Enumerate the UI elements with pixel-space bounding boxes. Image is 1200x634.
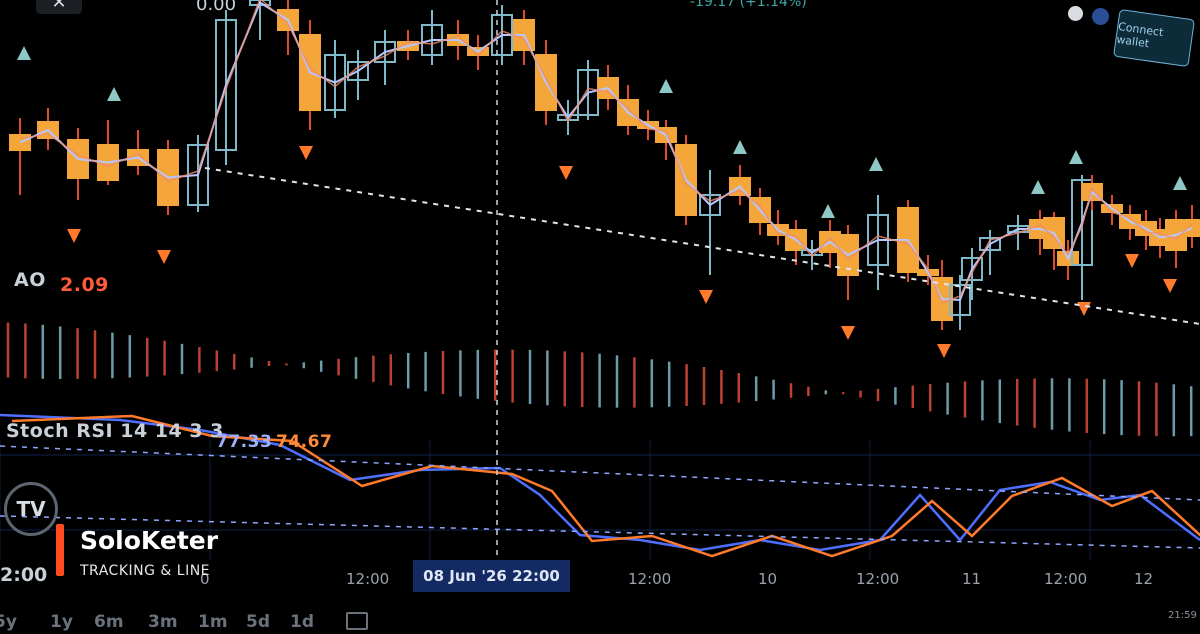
range-button-1d[interactable]: 1d [290, 612, 314, 632]
range-button-5y[interactable]: 5y [0, 612, 17, 632]
range-button-3m[interactable]: 3m [148, 612, 178, 632]
time-axis-label: 12:00 [1044, 570, 1088, 588]
buy-signal-icon [869, 157, 883, 171]
price-readout: 0.00 [196, 0, 237, 15]
tradingview-logo-icon: TV [4, 482, 58, 536]
range-button-1m[interactable]: 1m [198, 612, 228, 632]
close-button[interactable]: ✕ [36, 0, 82, 14]
user-avatar-icon[interactable] [1068, 6, 1083, 21]
range-button-1y[interactable]: 1y [50, 612, 73, 632]
time-axis-label: 11 [962, 570, 982, 588]
ao-indicator-value: 2.09 [60, 274, 109, 296]
connect-wallet-button[interactable]: Connect wallet [1113, 8, 1195, 68]
buy-signal-icon [659, 79, 673, 93]
buy-signal-icon [733, 140, 747, 154]
range-button-6m[interactable]: 6m [94, 612, 124, 632]
brand-tagline: TRACKING & LINE [80, 563, 211, 579]
ma-line-fast [19, 1, 1193, 302]
brand-accent-bar [56, 524, 64, 576]
crosshair-time-label: 08 Jun '26 22:00 [413, 560, 570, 592]
candlestick-series [9, 0, 1200, 330]
ao-indicator-label[interactable]: AO [14, 269, 46, 291]
timeframe-range-bar: 5y 1y 6m 3m 1m 5d 1d [0, 612, 360, 634]
time-axis-label: 12:00 [628, 570, 672, 588]
sell-signal-icon [157, 250, 171, 264]
buy-signal-icon [821, 204, 835, 218]
range-button-5d[interactable]: 5d [246, 612, 270, 632]
stoch-rsi-d-value: 74.67 [276, 432, 333, 452]
sell-signal-icon [699, 290, 713, 304]
buy-signal-icon [1069, 150, 1083, 164]
sell-signal-icon [1125, 254, 1139, 268]
time-axis-label: 12:00 [346, 570, 390, 588]
brand-name: SoloKeter [80, 526, 219, 555]
buy-signal-icon [1173, 176, 1187, 190]
sell-signal-icon [937, 344, 951, 358]
clock-readout: 21:59 [1168, 610, 1197, 621]
sell-signal-icon [559, 166, 573, 180]
ma-line-slow [19, 0, 1193, 304]
buy-signal-icon [1031, 180, 1045, 194]
buy-signal-icon [107, 87, 121, 101]
sell-signal-icon [1163, 279, 1177, 293]
sell-signal-icon [67, 229, 81, 243]
sell-signal-icon [841, 326, 855, 340]
time-axis-label: 12 [1134, 570, 1154, 588]
buy-signal-icon [17, 46, 31, 60]
time-axis-label: 10 [758, 570, 778, 588]
network-icon[interactable] [1092, 8, 1109, 25]
time-axis-label: 12:00 [856, 570, 900, 588]
calendar-icon[interactable] [346, 612, 368, 630]
sell-signal-icon [299, 146, 313, 160]
time-axis-label-left: 2:00 [0, 564, 48, 586]
price-change-readout: -19.17 (+1.14%) [690, 0, 807, 10]
stoch-rsi-k-value: 77.33 [216, 432, 273, 452]
stoch-rsi-indicator-label[interactable]: Stoch RSI 14 14 3 3 [6, 420, 224, 442]
